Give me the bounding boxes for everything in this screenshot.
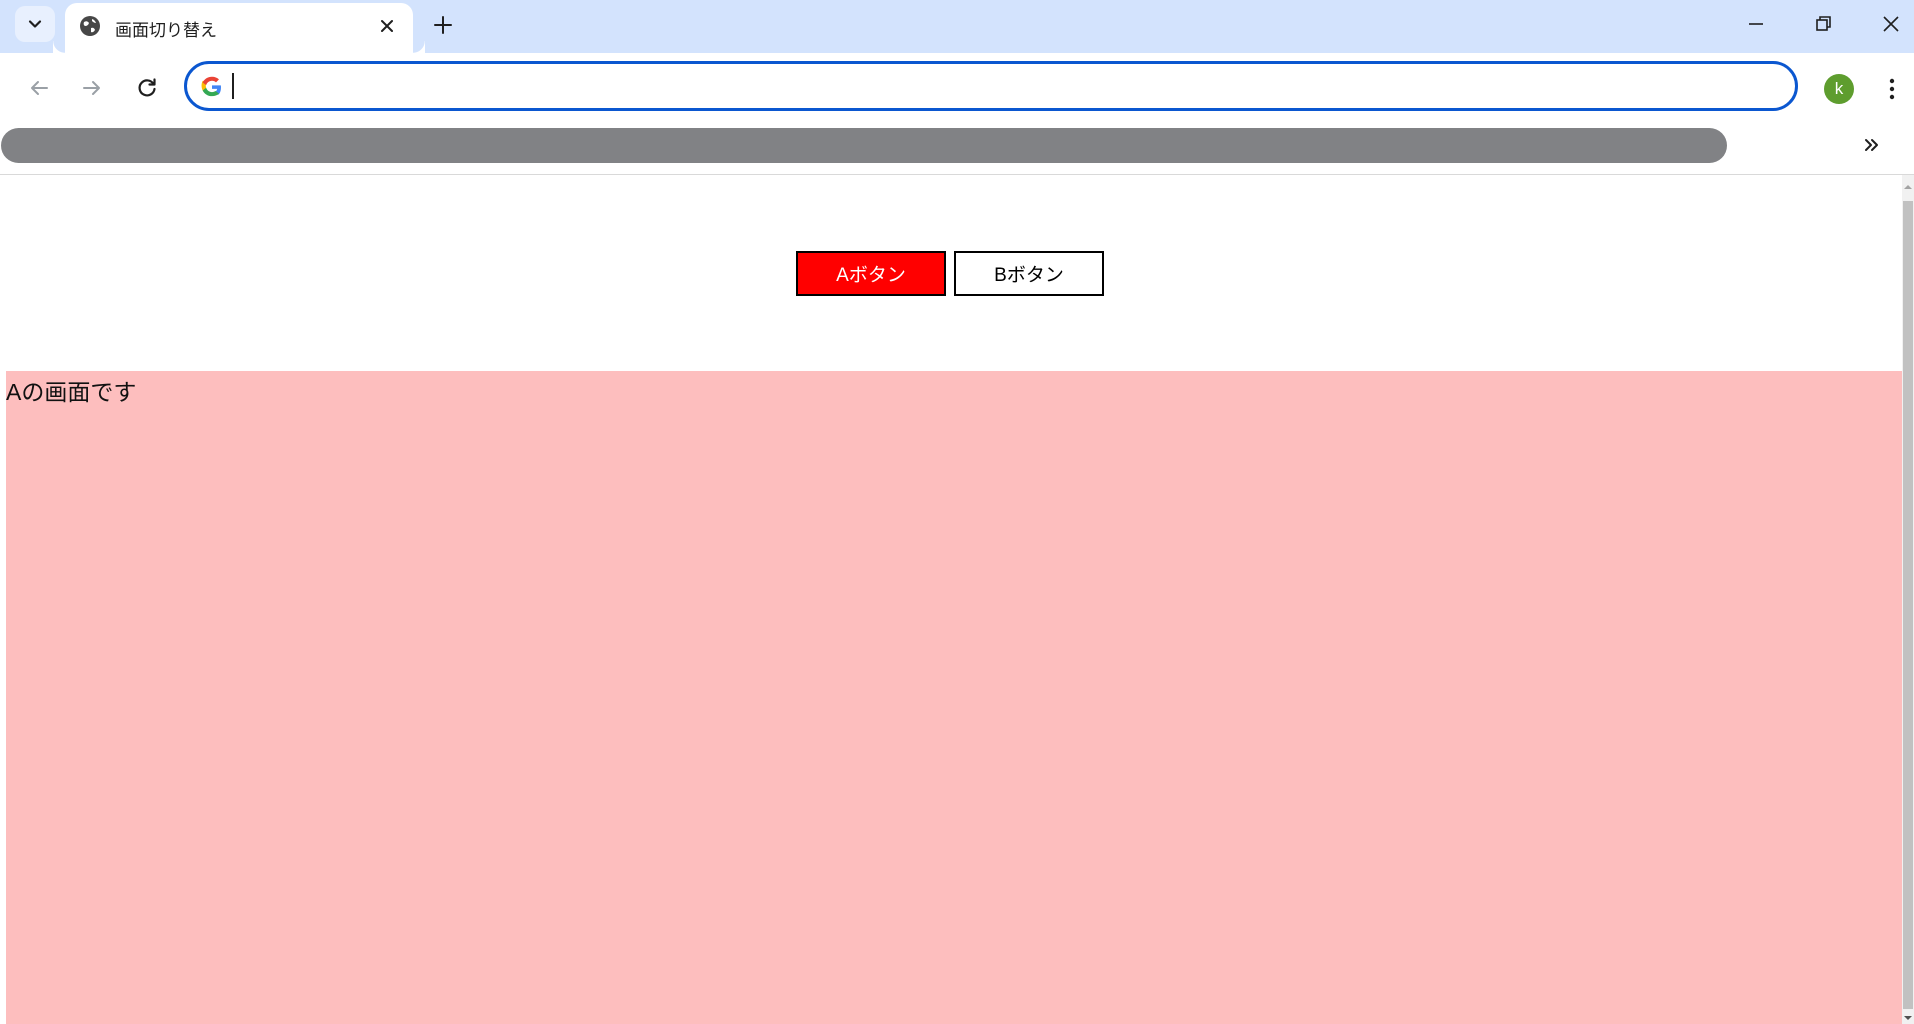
close-window-icon[interactable] xyxy=(1876,10,1906,38)
address-bar[interactable] xyxy=(184,61,1798,111)
double-chevron-right-icon[interactable] xyxy=(1860,133,1884,157)
tab-title: 画面切り替え xyxy=(115,21,217,41)
active-tab[interactable]: 画面切り替え xyxy=(65,3,425,53)
restore-icon[interactable] xyxy=(1808,10,1838,38)
tab-strip: 画面切り替え xyxy=(0,0,1914,53)
scroll-up-arrow-icon[interactable] xyxy=(1904,183,1912,191)
panel-text: Aの画面です xyxy=(6,379,137,405)
screen-switch-buttons: Aボタン Bボタン xyxy=(796,251,1104,296)
chevron-down-icon xyxy=(28,20,42,28)
vertical-scrollbar[interactable] xyxy=(1902,175,1914,1024)
scrollbar-thumb[interactable] xyxy=(1903,201,1913,1009)
text-cursor xyxy=(232,73,234,99)
new-tab-icon[interactable] xyxy=(430,12,456,38)
globe-icon xyxy=(80,16,100,36)
screen-a-panel: Aの画面です xyxy=(6,371,1902,1024)
more-vert-icon[interactable] xyxy=(1880,75,1904,103)
reload-icon[interactable] xyxy=(133,74,161,102)
b-button[interactable]: Bボタン xyxy=(954,251,1104,296)
browser-toolbar: k xyxy=(0,53,1914,123)
address-input[interactable] xyxy=(237,70,1741,104)
forward-arrow-icon[interactable] xyxy=(78,74,106,102)
scroll-down-arrow-icon[interactable] xyxy=(1904,1014,1912,1022)
google-icon xyxy=(201,76,221,97)
profile-avatar[interactable]: k xyxy=(1824,74,1854,104)
page-viewport: Aボタン Bボタン Aの画面です xyxy=(6,175,1902,1024)
a-button[interactable]: Aボタン xyxy=(796,251,946,296)
bookmarks-bar xyxy=(0,123,1914,175)
back-arrow-icon[interactable] xyxy=(25,74,53,102)
tab-search-button[interactable] xyxy=(15,6,55,42)
minimize-icon[interactable] xyxy=(1741,10,1771,38)
close-tab-icon[interactable] xyxy=(377,16,397,36)
bookmarks-placeholder xyxy=(1,128,1727,163)
